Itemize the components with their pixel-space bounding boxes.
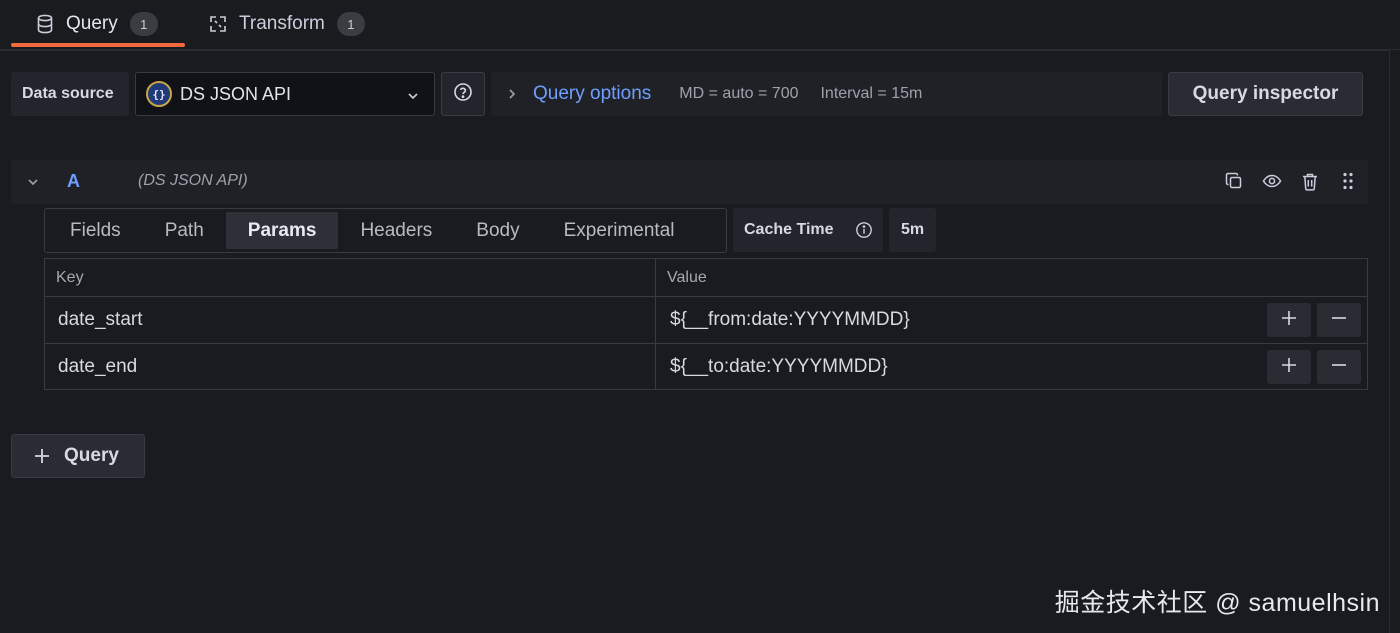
remove-param-button[interactable] xyxy=(1317,303,1361,337)
plus-icon xyxy=(1281,310,1297,331)
chevron-right-icon xyxy=(491,88,533,100)
tab-transform-count: 1 xyxy=(336,12,365,36)
info-icon[interactable] xyxy=(855,221,873,239)
query-options-title: Query options xyxy=(533,83,652,104)
plugin-tab-body[interactable]: Body xyxy=(454,212,541,249)
chevron-down-icon xyxy=(406,87,420,101)
add-param-button[interactable] xyxy=(1267,350,1311,384)
query-editor-root: Query 1 Transform 1 Data source {} DS JS… xyxy=(0,0,1400,633)
query-row-header: A (DS JSON API) xyxy=(11,160,1368,204)
database-icon xyxy=(34,13,56,35)
add-query-label: Query xyxy=(64,445,119,466)
eye-icon[interactable] xyxy=(1262,170,1282,192)
column-header-value: Value xyxy=(667,268,707,286)
datasource-picker[interactable]: {} DS JSON API xyxy=(135,72,435,116)
column-header-key: Key xyxy=(45,259,656,296)
tab-transform-label: Transform xyxy=(239,13,325,34)
collapse-chevron-icon[interactable] xyxy=(25,174,41,190)
query-ref-id[interactable]: A xyxy=(67,171,80,192)
query-row-actions xyxy=(1224,170,1358,192)
trash-icon[interactable] xyxy=(1300,170,1320,192)
question-circle-icon xyxy=(453,82,473,107)
plus-icon xyxy=(1281,357,1297,378)
cache-time-label-text: Cache Time xyxy=(744,221,834,238)
drag-handle-icon[interactable] xyxy=(1338,170,1358,192)
add-query-button[interactable]: Query xyxy=(11,434,145,478)
query-options-toggle[interactable]: Query options MD = auto = 700 Interval =… xyxy=(491,72,1162,116)
minus-icon xyxy=(1331,357,1347,378)
active-tab-indicator xyxy=(11,43,185,47)
query-options-md: MD = auto = 700 xyxy=(679,85,799,102)
transform-icon xyxy=(207,13,229,35)
param-key-input[interactable]: date_start xyxy=(45,297,656,343)
plugin-tab-params[interactable]: Params xyxy=(225,212,339,249)
json-api-logo-icon: {} xyxy=(146,81,172,107)
table-row: date_end ${__to:date:YYYYMMDD} xyxy=(45,344,1367,390)
tab-query-label: Query xyxy=(66,13,118,34)
query-options-interval: Interval = 15m xyxy=(820,85,923,102)
minus-icon xyxy=(1331,310,1347,331)
plus-icon xyxy=(34,448,50,464)
query-inspector-button[interactable]: Query inspector xyxy=(1168,72,1363,116)
datasource-label: Data source xyxy=(11,72,129,116)
params-table: Key Value date_start ${__from:date:YYYYM… xyxy=(44,258,1368,390)
table-row: date_start ${__from:date:YYYYMMDD} xyxy=(45,297,1367,344)
add-param-button[interactable] xyxy=(1267,303,1311,337)
param-key-input[interactable]: date_end xyxy=(45,344,656,390)
datasource-help-button[interactable] xyxy=(441,72,485,116)
table-header-row: Key Value xyxy=(45,259,1367,297)
datasource-selected: DS JSON API xyxy=(180,83,292,104)
query-datasource-name: (DS JSON API) xyxy=(138,172,248,189)
duplicate-icon[interactable] xyxy=(1224,170,1244,192)
tab-query-count: 1 xyxy=(129,12,158,36)
cache-time-input[interactable]: 5m xyxy=(889,208,936,252)
cache-time-label: Cache Time xyxy=(733,208,883,252)
plugin-tab-path[interactable]: Path xyxy=(143,212,226,249)
watermark: 掘金技术社区 @ samuelhsin xyxy=(1054,589,1380,617)
plugin-tab-bar: Fields Path Params Headers Body Experime… xyxy=(44,208,727,253)
tab-transform[interactable]: Transform 1 xyxy=(207,0,365,48)
param-value-input[interactable]: ${__from:date:YYYYMMDD} xyxy=(656,297,1367,343)
plugin-tab-experimental[interactable]: Experimental xyxy=(542,212,697,249)
plugin-tab-headers[interactable]: Headers xyxy=(338,212,454,249)
plugin-tab-fields[interactable]: Fields xyxy=(48,212,143,249)
param-value-input[interactable]: ${__to:date:YYYYMMDD} xyxy=(656,344,1367,390)
tab-query[interactable]: Query 1 xyxy=(34,0,158,48)
editor-tabs: Query 1 Transform 1 xyxy=(0,0,1400,50)
remove-param-button[interactable] xyxy=(1317,350,1361,384)
